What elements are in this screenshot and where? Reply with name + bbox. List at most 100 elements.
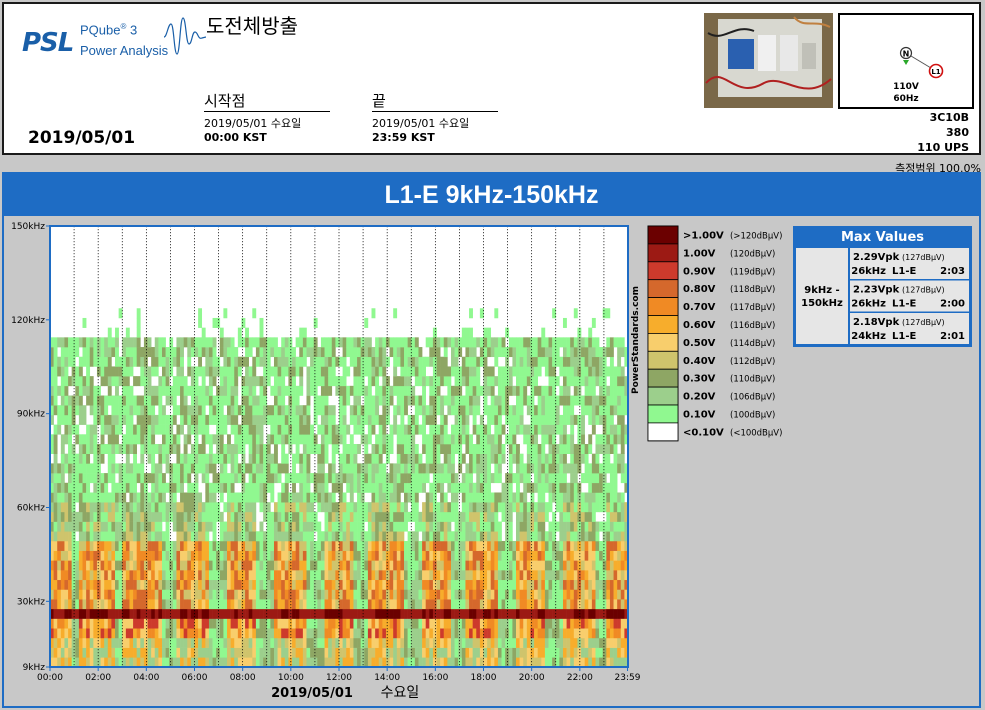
spectrogram-cell (151, 366, 156, 377)
spectrogram-cell (617, 405, 622, 416)
spectrogram-cell (107, 424, 112, 435)
spectrogram-cell (461, 434, 466, 445)
spectrogram-cell (205, 434, 210, 445)
spectrogram-cell (60, 550, 65, 561)
spectrogram-cell (461, 424, 466, 435)
spectrogram-cell (295, 579, 300, 590)
spectrogram-cell (588, 366, 593, 377)
spectrogram-cell (411, 628, 416, 639)
spectrogram-cell (129, 434, 134, 445)
spectrogram-cell (270, 453, 275, 464)
spectrogram-cell (331, 599, 336, 610)
spectrogram-cell (599, 589, 604, 600)
spectrogram-cell (534, 608, 538, 619)
spectrogram-cell (248, 579, 253, 590)
spectrogram-cell (158, 618, 163, 629)
spectrogram-cell (216, 385, 221, 396)
spectrogram-cell (548, 618, 553, 629)
spectrogram-cell (541, 502, 546, 513)
spectrogram-cell (64, 385, 69, 396)
spectrogram-cell (237, 424, 242, 435)
spectrogram-cell (588, 337, 593, 348)
spectrogram-cell (143, 608, 148, 619)
spectrogram-cell (537, 405, 542, 416)
spectrogram-cell (534, 657, 538, 668)
spectrogram-cell (570, 540, 575, 551)
spectrogram-cell (313, 599, 318, 610)
spectrogram-cell (320, 550, 325, 561)
spectrogram-cell (440, 589, 445, 600)
spectrogram-cell (324, 637, 329, 648)
spectrogram-cell (436, 511, 441, 522)
spectrogram-cell (382, 463, 387, 474)
spectrogram-cell (364, 347, 369, 358)
spectrogram-cell (57, 511, 62, 522)
spectrogram-cell (198, 444, 203, 454)
spectrogram-cell (176, 511, 181, 522)
spectrogram-cell (187, 579, 192, 590)
spectrogram-cell (143, 618, 148, 629)
spectrogram-cell (198, 570, 203, 581)
spectrogram-cell (447, 570, 452, 581)
spectrogram-cell (606, 511, 611, 522)
spectrogram-cell (570, 366, 575, 377)
spectrogram-cell (353, 482, 358, 493)
spectrogram-cell (313, 356, 318, 367)
spectrogram-cell (360, 550, 365, 561)
spectrogram-cell (418, 599, 423, 610)
spectrogram-cell (494, 405, 499, 416)
spectrogram-cell (252, 589, 257, 600)
spectrogram-cell (310, 628, 315, 639)
spectrogram-cell (353, 347, 358, 358)
spectrogram-cell (342, 463, 347, 474)
spectrogram-cell (613, 376, 618, 387)
spectrogram-cell (501, 337, 506, 348)
spectrogram-cell (230, 502, 235, 513)
spectrogram-cell (360, 521, 365, 532)
spectrogram-cell (263, 628, 268, 639)
spectrogram-cell (378, 482, 383, 493)
spectrogram-cell (375, 385, 380, 396)
spectrogram-cell (143, 482, 148, 493)
spectrogram-cell (523, 424, 528, 435)
spectrogram-cell (208, 521, 213, 532)
spectrogram-cell (447, 463, 452, 474)
spectrogram-cell (143, 414, 148, 425)
spectrogram-cell (375, 511, 380, 522)
spectrogram-cell (212, 317, 217, 328)
spectrogram-cell (78, 502, 83, 513)
report-date: 2019/05/01 (28, 128, 136, 148)
spectrogram-cell (548, 385, 553, 396)
spectrogram-cell (534, 463, 538, 474)
spectrogram-cell (559, 608, 564, 619)
spectrogram-cell (57, 628, 62, 639)
spectrogram-cell (346, 550, 351, 561)
spectrogram-cell (223, 463, 228, 474)
spectrogram-cell (176, 337, 181, 348)
spectrogram-cell (57, 608, 62, 619)
spectrogram-cell (111, 618, 116, 629)
spectrogram-cell (367, 414, 372, 425)
spectrogram-cell (555, 356, 560, 367)
spectrogram-cell (75, 473, 80, 484)
spectrogram-cell (389, 337, 394, 348)
spectrogram-cell (476, 570, 481, 581)
spectrogram-cell (263, 337, 268, 348)
spectrogram-cell (555, 444, 560, 454)
spectrogram-cell (591, 560, 596, 571)
spectrogram-cell (505, 657, 510, 668)
spectrogram-cell (544, 405, 549, 416)
spectrogram-cell (573, 492, 578, 503)
spectrogram-cell (436, 579, 441, 590)
spectrogram-cell (389, 579, 394, 590)
spectrogram-cell (602, 347, 607, 358)
spectrogram-cell (245, 531, 249, 542)
spectrogram-cell (573, 589, 578, 600)
spectrogram-cell (292, 647, 296, 658)
spectrogram-cell (523, 385, 528, 396)
spectrogram-cell (158, 414, 163, 425)
spectrogram-cell (393, 376, 398, 387)
spectrogram-cell (523, 502, 528, 513)
spectrogram-cell (140, 395, 145, 406)
spectrogram-cell (411, 608, 416, 619)
